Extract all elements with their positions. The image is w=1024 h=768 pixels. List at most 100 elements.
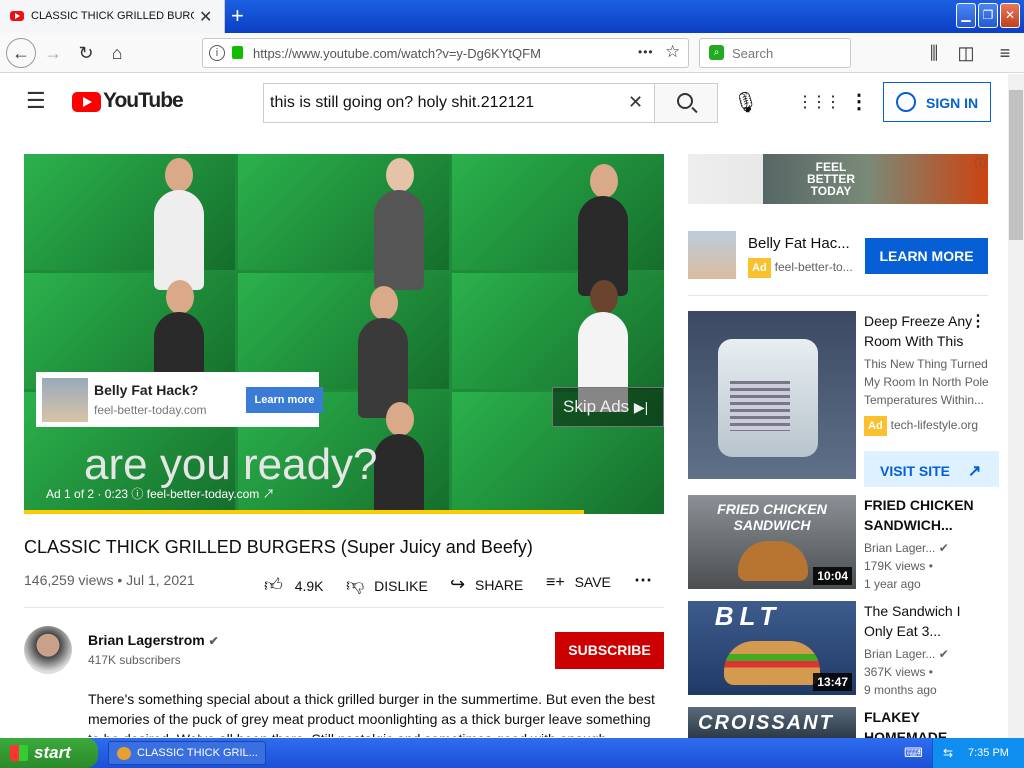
start-label: start xyxy=(34,743,71,762)
url-text[interactable]: https://www.youtube.com/watch?v=y-Dg6KYt… xyxy=(253,46,541,61)
bookmark-star-icon[interactable]: ☆ xyxy=(665,42,680,62)
ad-thumbnail[interactable] xyxy=(688,231,736,279)
more-actions-icon[interactable]: ⋯ xyxy=(634,570,652,591)
video-thumbnail[interactable]: CROISSANT xyxy=(688,707,856,738)
ad-overlay-text: are you ready? xyxy=(84,440,378,489)
search-input[interactable]: this is still going on? holy shit.212121… xyxy=(263,83,655,123)
scrollbar-thumb[interactable] xyxy=(1009,90,1023,240)
sidebar-ad-url: feel-better-to... xyxy=(774,260,853,274)
search-icon xyxy=(677,93,693,109)
clock[interactable]: 7:35 PM xyxy=(968,747,1009,759)
banner-ad[interactable]: FEEL BETTER TODAY ⓘ xyxy=(688,154,988,204)
share-button[interactable]: ↪ SHARE xyxy=(450,574,523,595)
youtube-logo-icon[interactable] xyxy=(72,92,101,112)
dislike-button[interactable]: 👎︎ DISLIKE xyxy=(346,574,428,596)
thumbs-up-icon: 👍︎ xyxy=(264,575,283,595)
verified-icon: ✔ xyxy=(208,634,219,648)
lock-icon xyxy=(232,46,243,59)
ad-info-icon[interactable]: ⓘ xyxy=(975,155,986,171)
like-button[interactable]: 👍︎ 4.9K xyxy=(264,574,324,596)
related-video-title[interactable]: FLAKEY HOMEMADE xyxy=(864,707,992,738)
url-bar[interactable]: i https://www.youtube.com/watch?v=y-Dg6K… xyxy=(202,38,689,68)
home-icon[interactable]: ⌂ xyxy=(105,42,129,64)
taskbar-item[interactable]: CLASSIC THICK GRIL... xyxy=(108,741,266,765)
reload-icon[interactable]: ↻ xyxy=(74,42,98,64)
product-ad-image[interactable] xyxy=(688,311,856,479)
system-tray: ⇆ 7:35 PM xyxy=(932,738,1024,768)
close-tab-icon[interactable]: ✕ xyxy=(199,7,212,27)
divider xyxy=(24,607,664,608)
ad-info: Ad 1 of 2 · 0:23 ⓘ feel-better-today.com… xyxy=(46,485,275,502)
window-close-icon[interactable]: ✕ xyxy=(1000,3,1020,28)
hamburger-menu-icon[interactable]: ☰ xyxy=(26,88,46,114)
minimize-icon[interactable]: ▁ xyxy=(956,3,976,28)
video-thumbnail[interactable]: BLT 13:47 xyxy=(688,601,856,695)
browser-tab[interactable]: CLASSIC THICK GRILLED BURGERS (Super Jui… xyxy=(0,0,225,33)
product-ad-meta: Ad tech-lifestyle.org xyxy=(864,416,978,436)
thumbs-down-icon: 👎︎ xyxy=(346,575,365,595)
info-icon[interactable]: ⓘ xyxy=(131,487,146,501)
microphone-icon[interactable]: 🎙 xyxy=(733,83,758,123)
more-options-icon[interactable]: ⋮ xyxy=(970,311,986,331)
related-video-channel[interactable]: Brian Lager... ✔ xyxy=(864,539,949,557)
video-title: CLASSIC THICK GRILLED BURGERS (Super Jui… xyxy=(24,537,533,557)
channel-name[interactable]: Brian Lagerstrom ✔ xyxy=(88,632,219,648)
youtube-logo-text[interactable]: YouTube xyxy=(103,89,184,113)
learn-more-button[interactable]: Learn more xyxy=(246,387,323,413)
search-button[interactable] xyxy=(654,83,718,123)
sidebar-ad-title[interactable]: Belly Fat Hac... xyxy=(748,234,850,254)
thumbnail-text: BLT xyxy=(714,601,782,631)
video-meta: 146,259 views • Jul 1, 2021 xyxy=(24,572,195,588)
ad-counter: Ad 1 of 2 · 0:23 xyxy=(46,487,129,501)
start-button[interactable]: start xyxy=(0,738,98,768)
learn-more-sidebar-button[interactable]: LEARN MORE xyxy=(865,238,988,274)
browser-search-box[interactable]: ⌕ Search xyxy=(699,38,851,68)
ad-domain-link[interactable]: feel-better-today.com xyxy=(147,487,260,501)
skip-ads-label: Skip Ads xyxy=(563,397,630,416)
video-description: There's something special about a thick … xyxy=(88,691,655,737)
ad-card-title: Belly Fat Hack? xyxy=(94,382,199,398)
search-query[interactable]: this is still going on? holy shit.212121 xyxy=(270,94,534,112)
maximize-icon[interactable]: ❐ xyxy=(978,3,998,28)
youtube-header: ☰ YouTube this is still going on? holy s… xyxy=(0,74,1008,130)
ad-overlay-card[interactable]: Belly Fat Hack? feel-better-today.com Le… xyxy=(36,372,323,427)
menu-icon[interactable]: ≡ xyxy=(993,42,1017,64)
new-tab-icon[interactable]: + xyxy=(231,3,244,29)
back-icon[interactable]: ← xyxy=(6,38,36,68)
forward-icon[interactable]: → xyxy=(41,42,65,64)
save-button[interactable]: ≡+ SAVE xyxy=(546,574,611,592)
ad-badge: Ad xyxy=(864,416,887,436)
channel-avatar[interactable] xyxy=(24,626,72,674)
subscribe-button[interactable]: SUBSCRIBE xyxy=(555,632,664,669)
verified-icon: ✔ xyxy=(938,541,949,555)
visit-site-button[interactable]: VISIT SITE ↗ xyxy=(864,451,999,487)
video-player[interactable]: Belly Fat Hack? feel-better-today.com Le… xyxy=(24,154,664,514)
thumbnail-text: CROISSANT xyxy=(698,712,834,734)
settings-more-icon[interactable]: ⋮ xyxy=(849,89,869,114)
network-icon[interactable]: ⇆ xyxy=(943,746,953,760)
screen: CLASSIC THICK GRILLED BURGERS (Super Jui… xyxy=(0,0,1024,768)
related-video-views: 367K views • xyxy=(864,665,933,679)
apps-grid-icon[interactable]: ⋮⋮⋮ xyxy=(797,92,841,112)
related-video-age: 9 months ago xyxy=(864,683,937,697)
related-video-channel[interactable]: Brian Lager... ✔ xyxy=(864,645,949,663)
dislike-label: DISLIKE xyxy=(374,578,428,594)
video-thumbnail[interactable]: FRIED CHICKEN SANDWICH 10:04 xyxy=(688,495,856,589)
clear-search-icon[interactable]: ✕ xyxy=(628,92,643,113)
scrollbar[interactable] xyxy=(1008,74,1024,738)
related-video-title[interactable]: The Sandwich I Only Eat 3... xyxy=(864,601,992,641)
skip-next-icon: ▶| xyxy=(633,399,649,415)
sidebar-icon[interactable]: ◫ xyxy=(954,42,978,64)
taskbar-item-label: CLASSIC THICK GRIL... xyxy=(137,747,258,759)
page-actions-icon[interactable]: ••• xyxy=(638,45,654,59)
related-video-age: 1 year ago xyxy=(864,577,921,591)
product-ad-title[interactable]: Deep Freeze Any Room With This xyxy=(864,311,976,351)
skip-ads-button[interactable]: Skip Ads ▶| xyxy=(552,387,664,427)
related-video-title[interactable]: FRIED CHICKEN SANDWICH... xyxy=(864,495,992,535)
sign-in-button[interactable]: SIGN IN xyxy=(883,82,991,122)
ad-card-url: feel-better-today.com xyxy=(94,403,207,417)
info-icon[interactable]: i xyxy=(209,45,225,61)
library-icon[interactable]: ⫼ xyxy=(922,42,946,64)
share-label: SHARE xyxy=(474,577,524,593)
sign-in-label: SIGN IN xyxy=(926,95,979,111)
